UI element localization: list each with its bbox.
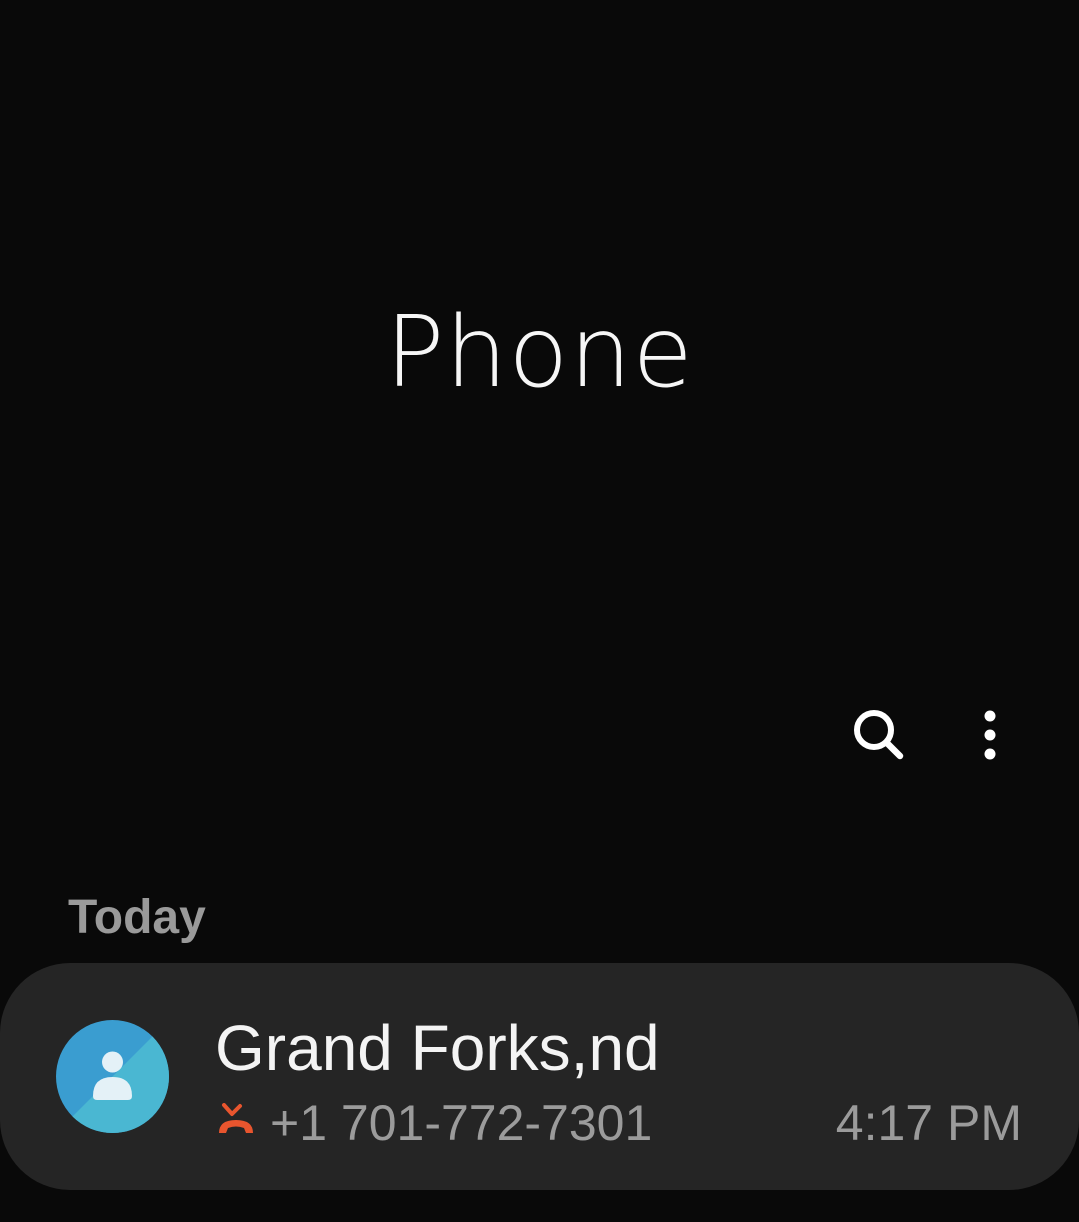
caller-name: Grand Forks,nd [215, 1012, 660, 1084]
person-icon [56, 1020, 169, 1133]
search-icon [854, 710, 904, 760]
call-time: 4:17 PM [835, 1095, 1022, 1151]
app-title: Phone [385, 296, 694, 410]
avatar[interactable] [56, 1020, 169, 1133]
missed-call-icon [219, 1103, 253, 1133]
section-header-today: Today [68, 891, 206, 944]
search-button[interactable] [843, 699, 915, 771]
call-log-entry[interactable]: Grand Forks,nd +1 701-772-7301 4:17 PM [0, 963, 1079, 1190]
caller-number: +1 701-772-7301 [270, 1095, 653, 1151]
more-options-icon [984, 710, 996, 760]
more-options-button[interactable] [954, 699, 1026, 771]
